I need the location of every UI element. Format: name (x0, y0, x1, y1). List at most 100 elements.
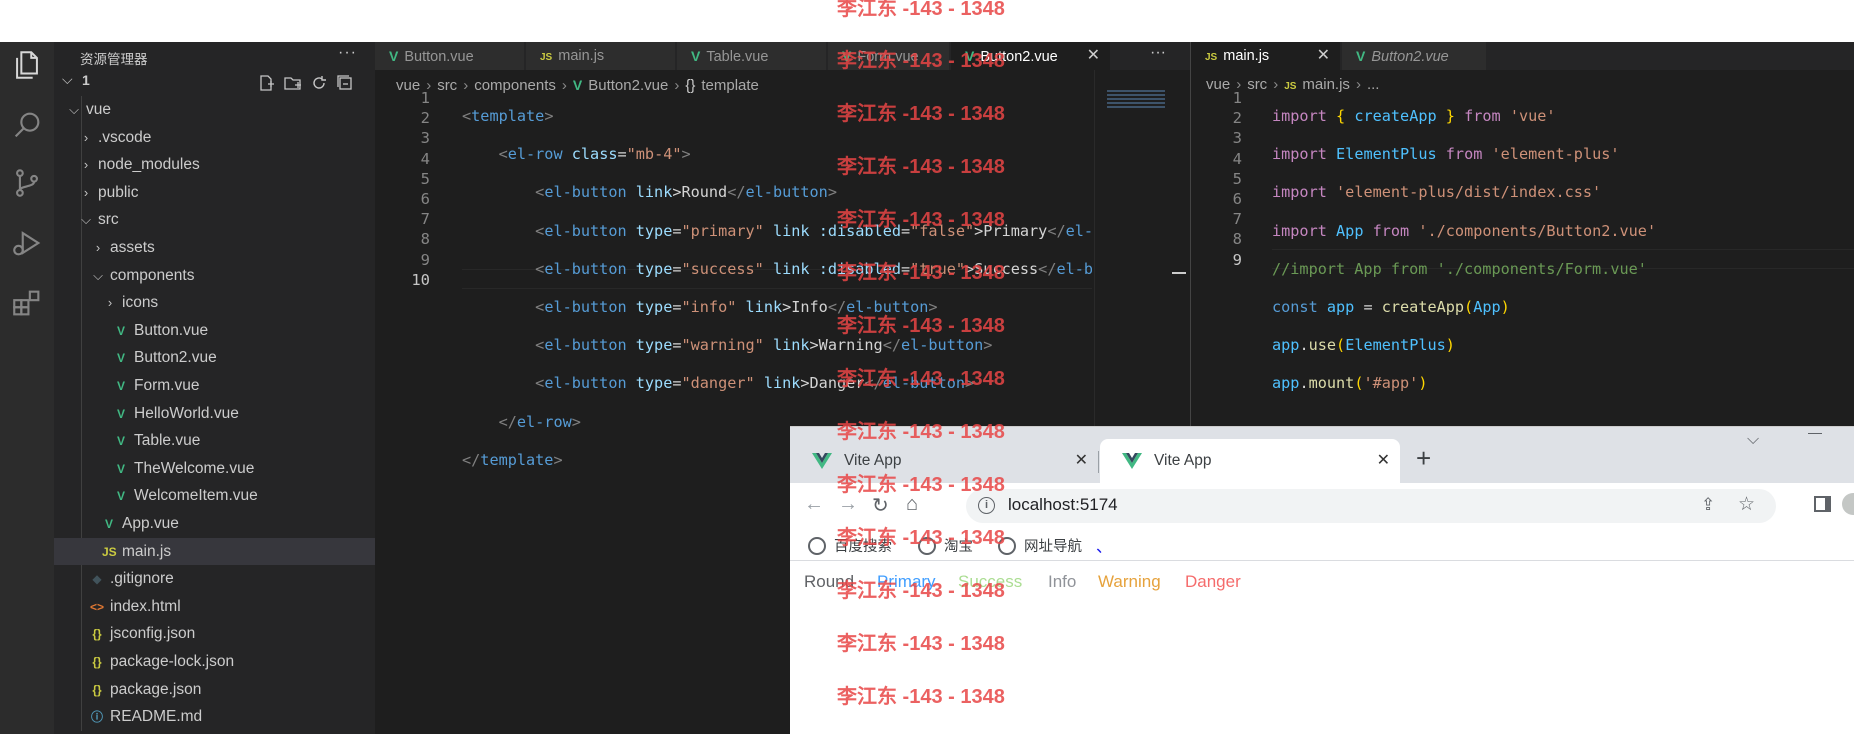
tree-item[interactable]: V Form.vue (54, 372, 375, 399)
tree-item-label: components (110, 266, 195, 284)
tree-item[interactable]: V Table.vue (54, 427, 375, 454)
tree-item[interactable]: › icons (54, 289, 375, 316)
side-panel-icon[interactable] (1814, 496, 1831, 512)
explorer-more-button[interactable]: ··· (338, 44, 357, 62)
js-file-icon: JS (102, 544, 117, 559)
site-info-icon[interactable]: i (978, 497, 995, 514)
tree-item[interactable]: ⌵ components (54, 262, 375, 289)
tree-item[interactable]: V TheWelcome.vue (54, 455, 375, 482)
tab-main-js[interactable]: JS main.js (526, 42, 676, 70)
close-icon[interactable]: ✕ (1317, 42, 1330, 70)
workspace-header[interactable]: ⌵ 1 (54, 68, 375, 96)
watermark: 李江东 -143 - 1348 (837, 103, 1005, 125)
json-file-icon: {} (92, 682, 102, 697)
collapse-all-icon[interactable] (336, 74, 354, 92)
watermark: 李江东 -143 - 1348 (837, 0, 1005, 20)
activity-bar (0, 42, 54, 734)
tree-item[interactable]: {} jsconfig.json (54, 620, 375, 647)
chevron-right-icon: › (83, 129, 89, 145)
tab-main-js-right[interactable]: JS main.js ✕ (1191, 42, 1341, 70)
tree-item[interactable]: › assets (54, 234, 375, 261)
chevron-right-icon: › (83, 157, 89, 173)
search-icon[interactable] (10, 108, 44, 142)
tree-item[interactable]: V Button2.vue (54, 344, 375, 371)
run-debug-icon[interactable] (10, 226, 44, 260)
tree-item[interactable]: V HelloWorld.vue (54, 400, 375, 427)
right-code-area[interactable]: import { createApp } from 'vue' import E… (1272, 88, 1854, 408)
tree-item[interactable]: › .vscode (54, 124, 375, 151)
tree-item[interactable]: V App.vue (54, 510, 375, 537)
close-icon[interactable]: ✕ (1377, 439, 1390, 483)
minimize-icon[interactable] (1808, 433, 1822, 434)
danger-button[interactable]: Danger (1185, 572, 1241, 592)
extensions-icon[interactable] (10, 286, 44, 320)
close-icon[interactable]: ✕ (1075, 439, 1088, 483)
tree-item[interactable]: JS main.js (54, 537, 375, 565)
back-arrow-icon[interactable]: ← (804, 493, 824, 516)
watermark: 李江东 -143 - 1348 (837, 156, 1005, 178)
cursor-mark: 、 (1096, 539, 1113, 556)
new-tab-button[interactable]: + (1416, 443, 1431, 474)
tree-item-label: .vscode (98, 128, 152, 146)
tree-item-label: node_modules (98, 156, 200, 174)
tab-separator (1098, 451, 1099, 473)
tree-item-label: package.json (110, 680, 202, 698)
tree-item[interactable]: ⌵ vue (54, 96, 375, 123)
browser-tab-2[interactable]: Vite App ✕ (1100, 439, 1400, 483)
vue-file-icon: V (116, 323, 125, 338)
new-folder-icon[interactable] (284, 74, 302, 92)
chevron-right-icon: › (107, 295, 113, 311)
tree-item[interactable]: ⓘ README.md (54, 703, 375, 730)
tree-item-label: Button2.vue (134, 349, 217, 367)
watermark: 李江东 -143 - 1348 (837, 474, 1005, 496)
share-icon[interactable]: ⇪ (1701, 495, 1715, 515)
watermark: 李江东 -143 - 1348 (837, 368, 1005, 390)
vue-logo-icon (812, 453, 832, 469)
tree-item[interactable]: {} package.json (54, 676, 375, 703)
url-text[interactable]: localhost:5174 (1008, 495, 1118, 515)
tree-item-label: HelloWorld.vue (134, 404, 239, 422)
watermark: 李江东 -143 - 1348 (837, 262, 1005, 284)
chevron-down-icon: ⌵ (69, 102, 79, 117)
refresh-icon[interactable] (310, 74, 328, 92)
workspace-name: 1 (82, 72, 90, 88)
tree-item-label: assets (110, 239, 155, 256)
warning-button[interactable]: Warning (1098, 572, 1161, 592)
chevron-down-icon: ⌵ (81, 212, 91, 228)
source-control-icon[interactable] (10, 166, 44, 200)
new-file-icon[interactable] (258, 74, 276, 92)
left-line-numbers: 1 2 3 4 5 6 7 8 9 10 (411, 89, 430, 289)
tree-item-label: index.html (110, 597, 181, 615)
bookmark-star-icon[interactable]: ☆ (1738, 493, 1755, 516)
tree-item[interactable]: ⌵ src (54, 206, 375, 233)
tab-table-vue[interactable]: V Table.vue (677, 42, 827, 70)
tab-search-chevron-icon[interactable]: ⌵ (1747, 431, 1759, 449)
tree-item-label: App.vue (122, 515, 179, 532)
explorer-files-icon[interactable] (10, 48, 44, 82)
right-editor-tabbar: JS main.js ✕ V Button2.vue (1191, 42, 1854, 70)
tree-item-label: package-lock.json (110, 653, 235, 670)
tree-item[interactable]: › public (54, 179, 375, 206)
tree-item[interactable]: <> index.html (54, 593, 375, 620)
info-button[interactable]: Info (1048, 572, 1076, 592)
bookmark-nav[interactable]: 网址导航 (998, 535, 1082, 556)
vue-logo-icon (1122, 453, 1142, 469)
editor-more-button[interactable]: ··· (1150, 44, 1166, 62)
tree-item[interactable]: › node_modules (54, 151, 375, 178)
tab-button-vue[interactable]: V Button.vue (375, 42, 525, 70)
json-file-icon: {} (92, 627, 102, 642)
tree-item-label: src (98, 211, 119, 229)
profile-avatar-icon[interactable] (1842, 493, 1854, 515)
tree-item[interactable]: V Button.vue (54, 317, 375, 344)
chevron-right-icon: › (95, 240, 101, 255)
globe-icon (808, 537, 826, 555)
tab-button2-vue-right[interactable]: V Button2.vue (1342, 42, 1487, 70)
address-bar[interactable]: i localhost:5174 ⇪ ☆ (966, 489, 1776, 523)
chevron-down-icon: ⌵ (62, 71, 73, 87)
tree-item[interactable]: ◆ .gitignore (54, 565, 375, 592)
tree-item[interactable]: V WelcomeItem.vue (54, 482, 375, 509)
tree-item[interactable]: {} package-lock.json (54, 648, 375, 675)
tree-item-label: jsconfig.json (110, 625, 196, 643)
close-icon[interactable]: ✕ (1087, 42, 1100, 70)
html-file-icon: <> (90, 599, 105, 614)
